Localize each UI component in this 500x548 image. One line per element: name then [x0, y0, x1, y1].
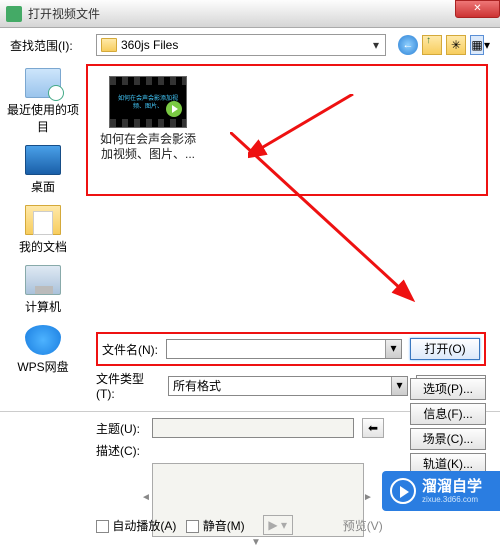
folder-icon — [101, 38, 117, 52]
look-in-value: 360js Files — [121, 38, 178, 52]
video-thumbnail: 如何在会声会影添加视频、图片、 — [109, 76, 187, 128]
place-recent[interactable]: 最近使用的项目 — [3, 68, 83, 135]
close-button[interactable]: ✕ — [455, 0, 500, 18]
filename-input[interactable]: ▾ — [166, 339, 402, 359]
place-wps[interactable]: WPS网盘 — [3, 325, 83, 375]
scroll-left-icon: ◄ — [141, 492, 153, 503]
place-desktop[interactable]: 桌面 — [3, 145, 83, 195]
scroll-right-icon: ► — [363, 492, 375, 503]
mute-checkbox[interactable]: 静音(M) — [186, 517, 244, 534]
place-documents[interactable]: 我的文档 — [3, 205, 83, 255]
play-overlay-icon — [166, 101, 182, 117]
chevron-down-icon[interactable]: ▾ — [391, 377, 407, 395]
autoplay-checkbox[interactable]: 自动播放(A) — [96, 517, 176, 534]
options-button[interactable]: 选项(P)... — [410, 378, 486, 400]
watermark-play-icon — [390, 478, 416, 504]
filename-label: 文件名(N): — [102, 341, 158, 358]
look-in-combo[interactable]: 360js Files ▾ — [96, 34, 386, 56]
new-folder-button[interactable]: ✳ — [446, 35, 466, 55]
view-menu-button[interactable]: ▦▾ — [470, 35, 490, 55]
window-title: 打开视频文件 — [28, 5, 100, 22]
subject-label: 主题(U): — [96, 420, 144, 437]
up-one-level-button[interactable] — [422, 35, 442, 55]
places-bar: 最近使用的项目 桌面 我的文档 计算机 WPS网盘 — [0, 62, 86, 328]
subject-input — [152, 418, 354, 438]
place-computer[interactable]: 计算机 — [3, 265, 83, 315]
scene-button[interactable]: 场景(C)... — [410, 428, 486, 450]
file-name-line2: 加视频、图片、... — [98, 147, 198, 162]
file-item[interactable]: 如何在会声会影添加视频、图片、 如何在会声会影添 加视频、图片、... — [98, 76, 198, 162]
info-button[interactable]: 信息(F)... — [410, 403, 486, 425]
preview-label: 预览(V) — [343, 517, 383, 534]
play-control: ▶ ▾ — [263, 515, 293, 535]
subject-back-button[interactable]: ⬅ — [362, 418, 384, 438]
chevron-down-icon[interactable]: ▾ — [385, 340, 401, 358]
scroll-down-icon: ▼ — [251, 537, 263, 548]
filetype-label: 文件类型(T): — [96, 370, 160, 401]
description-label: 描述(C): — [96, 442, 144, 459]
open-row-highlight: 文件名(N): ▾ 打开(O) — [96, 332, 486, 366]
watermark: 溜溜自学 zixue.3d66.com — [382, 471, 500, 511]
look-in-label: 查找范围(I): — [10, 37, 90, 54]
chevron-down-icon[interactable]: ▾ — [367, 38, 385, 52]
filetype-combo[interactable]: 所有格式▾ — [168, 376, 408, 396]
file-list-highlight: 如何在会声会影添加视频、图片、 如何在会声会影添 加视频、图片、... — [86, 64, 488, 196]
app-icon — [6, 6, 22, 22]
back-button[interactable]: ← — [398, 35, 418, 55]
file-name-line1: 如何在会声会影添 — [98, 132, 198, 147]
open-button[interactable]: 打开(O) — [410, 338, 480, 360]
